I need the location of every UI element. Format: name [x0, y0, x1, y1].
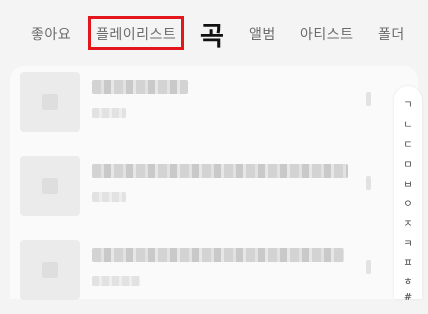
index-letter[interactable]: ㅈ	[394, 215, 422, 230]
index-letter[interactable]: ㄴ	[394, 116, 422, 131]
index-letter[interactable]: ㄱ	[394, 96, 422, 111]
index-letter[interactable]: ㅍ	[394, 254, 422, 269]
song-title-blurred	[92, 164, 348, 178]
index-letter[interactable]: ㄷ	[394, 136, 422, 151]
song-list	[10, 66, 418, 300]
more-options-icon[interactable]	[366, 260, 371, 274]
list-item[interactable]	[10, 150, 400, 230]
song-artist-blurred	[92, 108, 126, 118]
tab-bar: 좋아요 플레이리스트 곡 앨범 아티스트 폴더	[0, 0, 428, 66]
index-letter[interactable]: #	[394, 292, 422, 303]
index-letter[interactable]: ㅂ	[394, 176, 422, 191]
album-art	[20, 156, 80, 216]
album-art	[20, 240, 80, 300]
alphabet-index[interactable]: ㄱ ㄴ ㄷ ㅁ ㅂ ㅇ ㅈ ㅋ ㅍ ㅎ #	[394, 86, 422, 303]
list-item[interactable]	[10, 66, 400, 146]
index-letter[interactable]: ㅎ	[394, 273, 422, 288]
highlight-box	[88, 16, 184, 50]
index-letter[interactable]: ㅁ	[394, 156, 422, 171]
song-artist-blurred	[92, 276, 140, 286]
tab-songs[interactable]: 곡	[200, 16, 224, 53]
tab-albums[interactable]: 앨범	[249, 24, 276, 44]
song-title-blurred	[92, 248, 344, 262]
index-letter[interactable]: ㅇ	[394, 195, 422, 210]
list-item[interactable]	[10, 234, 400, 314]
tab-folders[interactable]: 폴더	[378, 24, 405, 44]
song-artist-blurred	[92, 192, 126, 202]
more-options-icon[interactable]	[366, 92, 371, 106]
index-letter[interactable]: ㅋ	[394, 235, 422, 250]
more-options-icon[interactable]	[366, 176, 371, 190]
song-title-blurred	[92, 80, 188, 94]
album-art	[20, 72, 80, 132]
tab-likes[interactable]: 좋아요	[31, 24, 71, 44]
tab-artists[interactable]: 아티스트	[300, 24, 354, 44]
